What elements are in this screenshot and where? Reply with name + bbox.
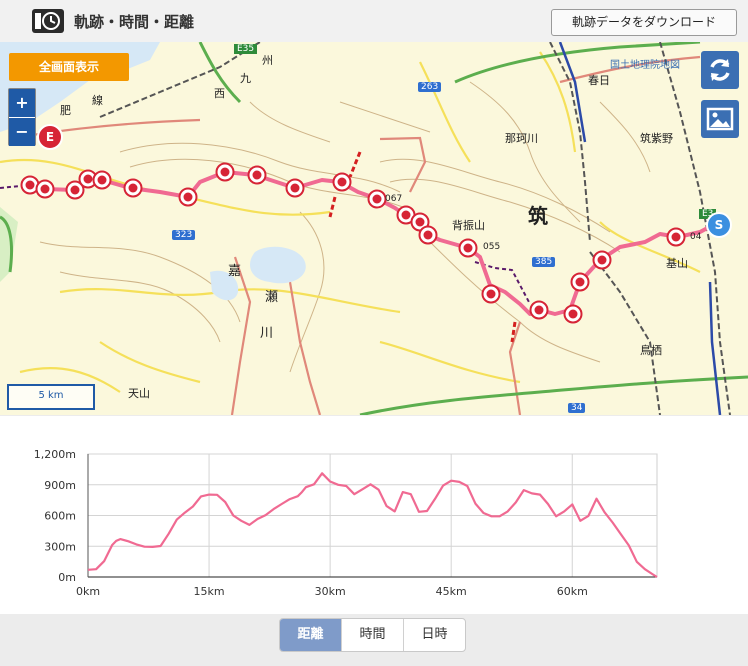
rail-label-kyu: 九 <box>240 72 251 85</box>
waypoint-marker[interactable] <box>570 272 590 292</box>
waypoint-marker[interactable] <box>35 179 55 199</box>
x-tick-label: 15km <box>194 585 225 598</box>
river-kawa: 川 <box>260 326 274 341</box>
x-tick-label: 45km <box>436 585 467 598</box>
elevation-label-1055: 055 <box>483 242 501 252</box>
image-icon <box>706 107 734 131</box>
road-badge-385: 385 <box>532 257 556 267</box>
zoom-in-button[interactable]: + <box>9 89 35 117</box>
waypoint-marker[interactable] <box>247 165 267 185</box>
download-track-button[interactable]: 軌跡データをダウンロード <box>551 9 737 36</box>
page-title: 軌跡・時間・距離 <box>74 13 195 31</box>
x-tick-label: 0km <box>76 585 100 598</box>
map-attribution[interactable]: 国土地理院地図 <box>610 56 680 71</box>
waypoint-marker[interactable] <box>481 284 501 304</box>
waypoint-marker[interactable] <box>529 300 549 320</box>
refresh-button[interactable] <box>701 51 739 89</box>
waypoint-marker[interactable] <box>367 189 387 209</box>
place-kasuga: 春日 <box>588 74 610 87</box>
tab-datetime[interactable]: 日時 <box>403 619 465 651</box>
zoom-control: + − <box>8 88 36 146</box>
y-tick-label: 600m <box>44 510 76 523</box>
image-layer-button[interactable] <box>701 100 739 138</box>
track-start-marker[interactable]: S <box>706 212 732 238</box>
rail-label-shu: 州 <box>262 54 273 67</box>
road-badge-34: 34 <box>568 403 586 413</box>
header-bar: 軌跡・時間・距離 軌跡データをダウンロード <box>0 0 748 43</box>
fullscreen-button[interactable]: 全画面表示 <box>9 53 129 81</box>
y-tick-label: 900m <box>44 479 76 492</box>
river-ka: 嘉 <box>228 264 242 279</box>
waypoint-marker[interactable] <box>592 250 612 270</box>
river-se: 瀬 <box>265 290 279 305</box>
x-tick-label: 60km <box>557 585 588 598</box>
clock-icon <box>32 9 64 33</box>
waypoint-marker[interactable] <box>123 178 143 198</box>
track-end-marker[interactable]: E <box>37 124 63 150</box>
waypoint-marker[interactable] <box>92 170 112 190</box>
y-tick-label: 300m <box>44 540 76 553</box>
rail-label-sen: 線 <box>92 94 103 107</box>
waypoint-marker[interactable] <box>563 304 583 324</box>
elevation-label-04: 04 <box>690 232 702 242</box>
rail-label-nishi: 西 <box>214 87 225 100</box>
waypoint-marker[interactable] <box>666 227 686 247</box>
elevation-chart-panel: 0m 300m 600m 900m 1,200m 0km 15km 30km 45km 60km <box>0 416 748 614</box>
tab-time[interactable]: 時間 <box>341 619 403 651</box>
elevation-label-1067: 067 <box>385 194 403 204</box>
waypoint-marker[interactable] <box>178 187 198 207</box>
peak-sefuri: 背振山 <box>452 219 485 232</box>
waypoint-marker[interactable] <box>285 178 305 198</box>
elevation-chart[interactable]: 0m 300m 600m 900m 1,200m 0km 15km 30km 45km 60km <box>0 416 748 614</box>
start-marker-label: S <box>714 218 724 232</box>
end-marker-label: E <box>45 130 55 144</box>
road-badge-263: 263 <box>418 82 442 92</box>
place-tosu: 鳥栖 <box>640 344 662 357</box>
map-view[interactable]: E35 263 323 385 34 E3 春日 那珂川 筑紫野 背振山 筑 基… <box>0 42 748 415</box>
place-kiyama: 基山 <box>666 257 688 270</box>
refresh-icon <box>710 59 730 81</box>
scale-bar: 5 km <box>7 384 95 410</box>
waypoint-marker[interactable] <box>418 225 438 245</box>
zoom-out-button[interactable]: − <box>9 117 35 146</box>
x-tick-label: 30km <box>315 585 346 598</box>
region-chiku: 筑 <box>528 204 548 228</box>
y-tick-label: 1,200m <box>34 448 76 461</box>
chart-axis-tabs: 距離 時間 日時 <box>279 618 466 652</box>
rail-label-hi: 肥 <box>60 104 71 117</box>
road-badge-323: 323 <box>172 230 196 240</box>
road-badge-e35: E35 <box>234 44 258 54</box>
waypoint-marker[interactable] <box>458 238 478 258</box>
waypoint-marker[interactable] <box>332 172 352 192</box>
place-chikushino: 筑紫野 <box>640 132 673 145</box>
peak-amayama: 天山 <box>128 387 150 400</box>
waypoint-marker[interactable] <box>215 162 235 182</box>
y-tick-label: 0m <box>58 571 76 584</box>
place-nakagawa: 那珂川 <box>505 132 538 145</box>
tab-distance[interactable]: 距離 <box>280 619 341 651</box>
